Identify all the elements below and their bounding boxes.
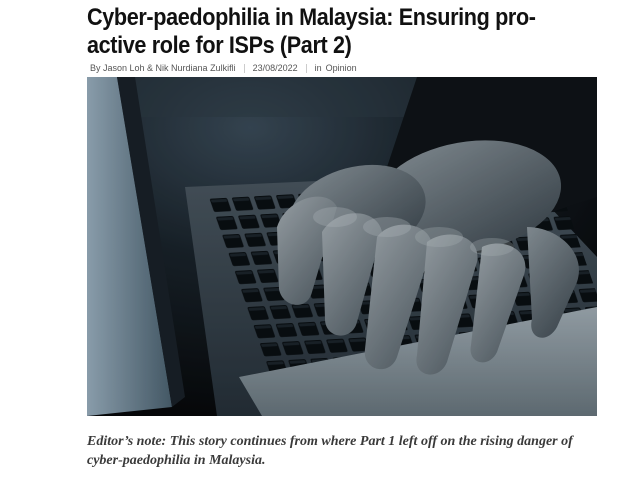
category-prefix: in bbox=[314, 63, 322, 73]
hero-image-illustration bbox=[87, 77, 597, 416]
article-title: Cyber-paedophilia in Malaysia: Ensuring … bbox=[87, 4, 536, 59]
category-link[interactable]: Opinion bbox=[326, 63, 357, 73]
article-meta: By Jason Loh & Nik Nurdiana Zulkifli 23/… bbox=[90, 62, 357, 74]
meta-divider bbox=[243, 63, 245, 73]
hero-image bbox=[87, 77, 597, 416]
article-page: Cyber-paedophilia in Malaysia: Ensuring … bbox=[0, 0, 626, 478]
article-date: 23/08/2022 bbox=[252, 63, 298, 73]
editor-note: Editor’s note: This story continues from… bbox=[87, 434, 573, 468]
article-byline: By Jason Loh & Nik Nurdiana Zulkifli bbox=[90, 63, 236, 73]
meta-divider bbox=[305, 63, 307, 73]
